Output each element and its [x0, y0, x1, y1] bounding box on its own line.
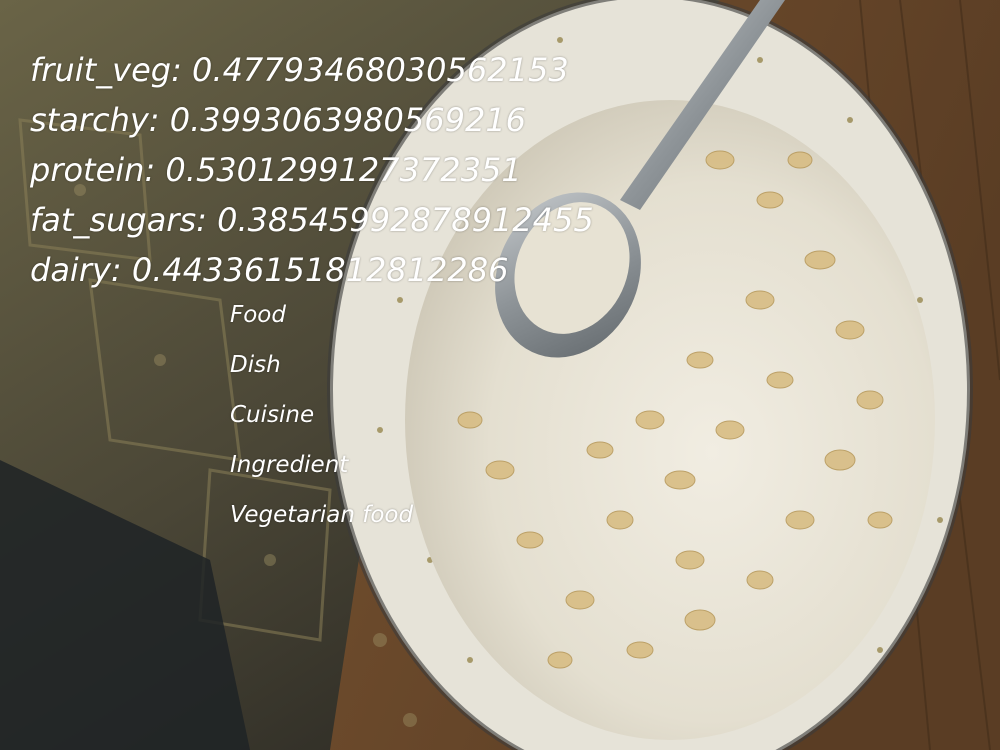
score-protein: protein: 0.5301299127372351: [30, 151, 522, 189]
label-food: Food: [230, 302, 286, 328]
label-cuisine: Cuisine: [230, 402, 315, 428]
label-vegetarian-food: Vegetarian food: [230, 502, 414, 528]
milk-surface: [405, 100, 935, 740]
label-ingredient: Ingredient: [230, 452, 349, 478]
photo-scene: fruit_veg: 0.47793468030562153 starchy: …: [0, 0, 1000, 750]
score-starchy: starchy: 0.3993063980569216: [30, 101, 527, 139]
score-fruit-veg: fruit_veg: 0.47793468030562153: [30, 51, 569, 89]
score-dairy: dairy: 0.44336151812812286: [30, 251, 509, 289]
label-dish: Dish: [230, 352, 281, 378]
score-fat-sugars: fat_sugars: 0.38545992878912455: [30, 201, 594, 239]
